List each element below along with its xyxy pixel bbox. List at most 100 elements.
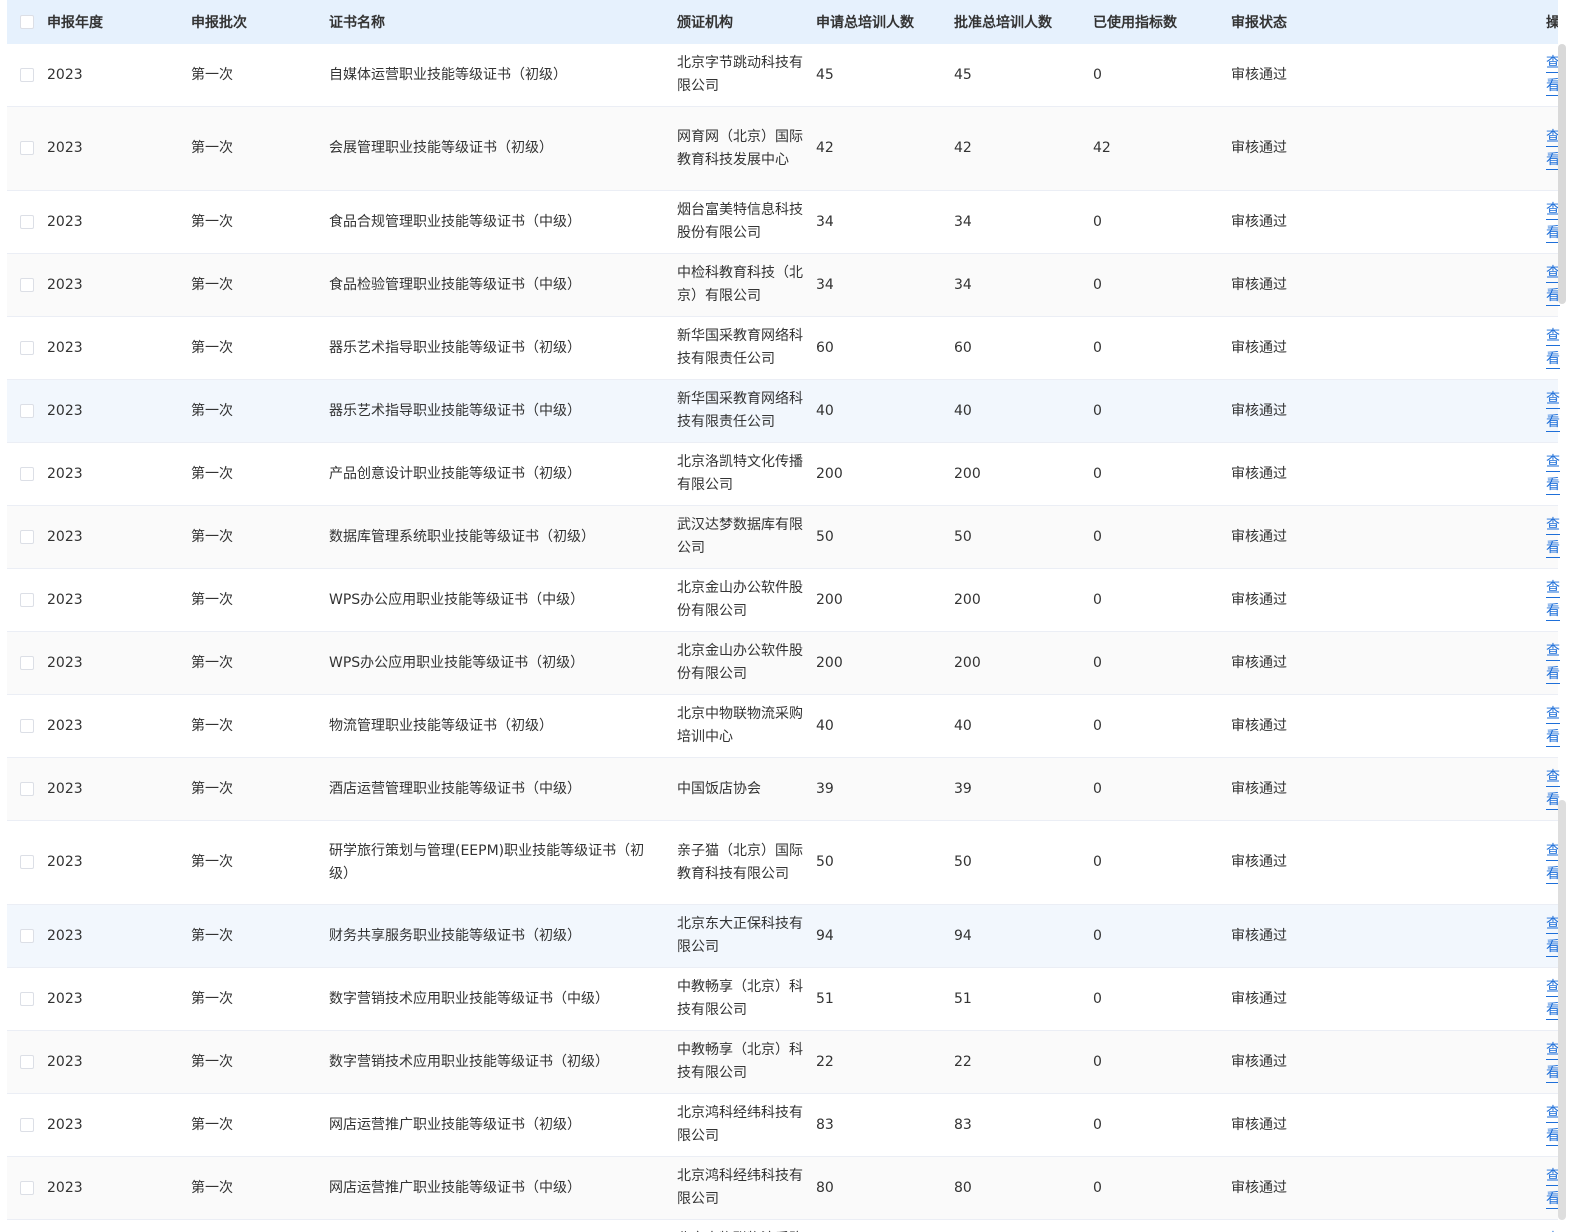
cell-issuer: 北京金山办公软件股份有限公司	[677, 643, 803, 682]
cell-batch: 第一次	[191, 213, 233, 230]
view-link[interactable]: 查看	[1546, 517, 1560, 558]
cell-approved: 50	[954, 528, 972, 545]
row-checkbox[interactable]	[20, 1117, 34, 1132]
cell-year: 2023	[47, 990, 83, 1007]
view-link[interactable]: 查看	[1546, 643, 1560, 684]
cell-approved: 42	[954, 140, 972, 156]
cell-op: 查看	[1445, 1031, 1560, 1094]
cell-op: 查看	[1445, 758, 1560, 821]
row-checkbox[interactable]	[20, 991, 34, 1006]
row-checkbox[interactable]	[20, 277, 34, 292]
cell-status: 审核通过	[1231, 339, 1287, 356]
table-row[interactable]: 2023 第一次 器乐艺术指导职业技能等级证书（中级） 新华国采教育网络科技有限责任公…	[7, 379, 1560, 443]
header-batch[interactable]: 申报批次	[191, 0, 329, 44]
cell-year: 2023	[47, 1116, 83, 1133]
view-link[interactable]: 查看	[1546, 454, 1560, 495]
table-row[interactable]: 2023 第一次 会展管理职业技能等级证书（初级） 网育网（北京）国际教育科技发展中心…	[7, 106, 1560, 191]
row-checkbox[interactable]	[20, 855, 34, 869]
header-approved[interactable]: 批准总培训人数	[954, 0, 1093, 44]
view-link[interactable]: 查看	[1546, 580, 1560, 621]
table-row[interactable]: 2023 第一次 财务共享服务职业技能等级证书（初级） 北京东大正保科技有限公司 94 9…	[7, 904, 1560, 968]
cell-batch: 第一次	[191, 402, 233, 419]
table-row[interactable]: 2023 第一次 数据库管理系统职业技能等级证书（初级） 武汉达梦数据库有限公司 50 5…	[7, 505, 1560, 569]
cell-issuer: 武汉达梦数据库有限公司	[677, 517, 803, 556]
table-row[interactable]: 2023 第一次 数字营销技术应用职业技能等级证书（中级） 中教畅享（北京）科技有限公…	[7, 968, 1560, 1031]
cell-name: 酒店运营管理职业技能等级证书（中级）	[329, 780, 581, 797]
table-row[interactable]: 2023 第一次 器乐艺术指导职业技能等级证书（初级） 新华国采教育网络科技有限责任公…	[7, 317, 1560, 380]
table-row[interactable]: 2023 第一次 WPS办公应用职业技能等级证书（中级） 北京金山办公软件股份有限公司…	[7, 569, 1560, 632]
table-row[interactable]: 2023 第一次 网店运营推广职业技能等级证书（中级） 北京鸿科经纬科技有限公司 80 8…	[7, 1156, 1560, 1220]
header-status[interactable]: 审报状态	[1231, 0, 1445, 44]
cell-used: 0	[1093, 276, 1102, 293]
cell-name: 网店运营推广职业技能等级证书（初级）	[329, 1116, 581, 1133]
table-row[interactable]: 2023 第一次 酒店运营管理职业技能等级证书（中级） 中国饭店协会 39 39 0 审核通过…	[7, 757, 1560, 821]
cell-op: 查看	[1445, 821, 1560, 905]
cell-op: 查看	[1445, 380, 1560, 443]
table-row[interactable]: 2023 第一次 产品创意设计职业技能等级证书（初级） 北京洛凯特文化传播有限公司 20…	[7, 443, 1560, 506]
row-checkbox[interactable]	[20, 1180, 34, 1195]
row-checkbox[interactable]	[20, 141, 34, 155]
row-checkbox[interactable]	[20, 340, 34, 355]
row-select-cell	[7, 44, 47, 107]
table-row[interactable]: 2023 第一次 食品合规管理职业技能等级证书（中级） 烟台富美特信息科技股份有限公司…	[7, 191, 1560, 254]
table-row[interactable]: 2023 第一次 食品检验管理职业技能等级证书（中级） 中检科教育科技（北京）有限公司…	[7, 253, 1560, 317]
cell-name: 产品创意设计职业技能等级证书（初级）	[329, 465, 581, 482]
table-row[interactable]: 2023 第一次 研学旅行策划与管理(EEPM)职业技能等级证书（初级） 亲子猫（北京…	[7, 821, 1560, 905]
cell-status: 审核通过	[1231, 854, 1287, 870]
row-select-cell	[7, 1031, 47, 1094]
cell-applied: 50	[816, 528, 834, 545]
table-row[interactable]: 2023 第一次 自媒体运营职业技能等级证书（初级） 北京字节跳动科技有限公司 45 45…	[7, 44, 1560, 107]
cell-approved: 94	[954, 927, 972, 944]
row-checkbox[interactable]	[20, 655, 34, 670]
cell-status: 审核通过	[1231, 591, 1287, 608]
cell-name: 研学旅行策划与管理(EEPM)职业技能等级证书（初级）	[329, 842, 645, 882]
select-all-checkbox[interactable]	[20, 15, 34, 29]
cell-year: 2023	[47, 140, 83, 156]
cell-used: 0	[1093, 402, 1102, 419]
table-row[interactable]: 2023 第一次 网店运营推广职业技能等级证书（初级） 北京鸿科经纬科技有限公司 83 8…	[7, 1094, 1560, 1157]
row-checkbox[interactable]	[20, 466, 34, 481]
vertical-scrollbar-thumb[interactable]	[1558, 44, 1566, 304]
cell-applied: 50	[816, 854, 834, 870]
cell-used: 0	[1093, 1179, 1102, 1196]
cell-year: 2023	[47, 465, 83, 482]
row-select-cell	[7, 506, 47, 569]
cell-approved: 60	[954, 339, 972, 356]
table-row[interactable]: 2023第一次物流管理职业技能等级证书（中级）北京中物联物流采购培训中心1515…	[7, 1220, 1560, 1232]
row-checkbox[interactable]	[20, 781, 34, 796]
cell-name: 数据库管理系统职业技能等级证书（初级）	[329, 528, 595, 545]
cell-approved: 39	[954, 780, 972, 797]
header-year[interactable]: 申报年度	[47, 0, 191, 44]
row-checkbox[interactable]	[20, 403, 34, 418]
row-checkbox[interactable]	[20, 214, 34, 229]
view-link[interactable]: 查看	[1546, 391, 1560, 432]
row-checkbox[interactable]	[20, 67, 34, 82]
header-name[interactable]: 证书名称	[329, 0, 677, 44]
cell-issuer: 新华国采教育网络科技有限责任公司	[677, 391, 803, 430]
cell-issuer: 北京洛凯特文化传播有限公司	[677, 454, 803, 493]
table-row[interactable]: 2023 第一次 物流管理职业技能等级证书（初级） 北京中物联物流采购培训中心 40 40…	[7, 695, 1560, 758]
cell-issuer: 北京鸿科经纬科技有限公司	[677, 1105, 803, 1144]
cell-approved: 34	[954, 276, 972, 293]
page: 申报年度 申报批次 证书名称 颁证机构 申请总培训人数 批准总培训人数 已使用指…	[0, 0, 1576, 1232]
cell-op: 查看	[1445, 1220, 1560, 1232]
row-checkbox[interactable]	[20, 592, 34, 607]
header-issuer[interactable]: 颁证机构	[677, 0, 816, 44]
cell-status: 审核通过	[1231, 276, 1287, 293]
row-checkbox[interactable]	[20, 529, 34, 544]
cell-batch: 第一次	[191, 654, 233, 671]
row-checkbox[interactable]	[20, 928, 34, 943]
view-link[interactable]: 查看	[1546, 328, 1560, 369]
vertical-scrollbar-thumb-lower[interactable]	[1558, 800, 1566, 1220]
table-row[interactable]: 2023 第一次 WPS办公应用职业技能等级证书（初级） 北京金山办公软件股份有限公司…	[7, 631, 1560, 695]
cell-approved: 51	[954, 990, 972, 1007]
cell-used: 42	[1093, 140, 1111, 156]
row-checkbox[interactable]	[20, 718, 34, 733]
view-link[interactable]: 查看	[1546, 706, 1560, 747]
header-used[interactable]: 已使用指标数	[1093, 0, 1231, 44]
cell-applied: 94	[816, 927, 834, 944]
header-applied[interactable]: 申请总培训人数	[816, 0, 954, 44]
row-select-cell	[7, 569, 47, 632]
table-row[interactable]: 2023 第一次 数字营销技术应用职业技能等级证书（初级） 中教畅享（北京）科技有限公…	[7, 1030, 1560, 1094]
row-checkbox[interactable]	[20, 1054, 34, 1069]
